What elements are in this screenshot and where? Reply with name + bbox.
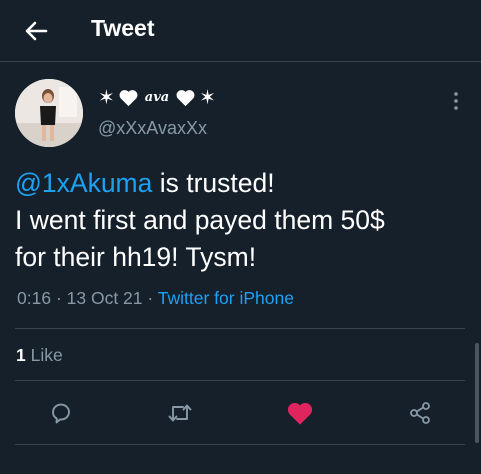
reply-button[interactable] bbox=[46, 398, 76, 428]
tweet-meta: 0:16 · 13 Oct 21 · Twitter for iPhone bbox=[17, 288, 294, 309]
divider bbox=[15, 328, 465, 329]
scrollbar[interactable] bbox=[475, 343, 479, 443]
tweet-text: @1xAkuma is trusted! I went first and pa… bbox=[15, 165, 470, 276]
like-count-label: Like bbox=[30, 345, 63, 365]
retweet-icon bbox=[168, 404, 192, 422]
avatar[interactable] bbox=[15, 79, 83, 147]
tweet-line-1: @1xAkuma is trusted! bbox=[15, 165, 470, 202]
top-bar: Tweet bbox=[0, 0, 481, 62]
display-name-text: ava bbox=[144, 90, 170, 105]
meta-separator: · bbox=[147, 288, 154, 308]
avatar-photo bbox=[15, 79, 83, 147]
likes-count[interactable]: 1 Like bbox=[16, 345, 63, 366]
share-button[interactable] bbox=[405, 398, 435, 428]
tweet-line-1-text: is trusted! bbox=[152, 168, 275, 198]
like-button[interactable] bbox=[285, 398, 315, 428]
divider bbox=[15, 380, 465, 381]
heart-icon bbox=[176, 90, 195, 107]
display-name[interactable]: ✶ ava ✶ bbox=[98, 85, 216, 110]
tweet-time: 0:16 bbox=[17, 288, 52, 308]
tweet-line-2: I went first and payed them 50$ bbox=[15, 205, 385, 235]
like-count-value: 1 bbox=[16, 345, 26, 365]
mention-link[interactable]: @1xAkuma bbox=[15, 168, 152, 198]
tweet-date: 13 Oct 21 bbox=[66, 288, 143, 308]
page-title: Tweet bbox=[91, 15, 155, 41]
retweet-button[interactable] bbox=[165, 398, 195, 428]
reply-icon bbox=[52, 403, 70, 424]
share-icon bbox=[410, 402, 430, 424]
tweet-line-3: for their hh19! Tysm! bbox=[15, 242, 257, 272]
meta-separator: · bbox=[55, 288, 62, 308]
star-glyph: ✶ bbox=[199, 87, 216, 109]
back-arrow-icon[interactable] bbox=[22, 17, 50, 45]
star-glyph: ✶ bbox=[98, 87, 115, 109]
more-vertical-icon[interactable] bbox=[451, 90, 461, 112]
divider bbox=[15, 444, 465, 445]
like-heart-icon bbox=[287, 402, 313, 425]
user-handle[interactable]: @xXxAvaxXx bbox=[98, 118, 207, 139]
tweet-source-link[interactable]: Twitter for iPhone bbox=[158, 288, 294, 308]
heart-icon bbox=[119, 90, 138, 107]
